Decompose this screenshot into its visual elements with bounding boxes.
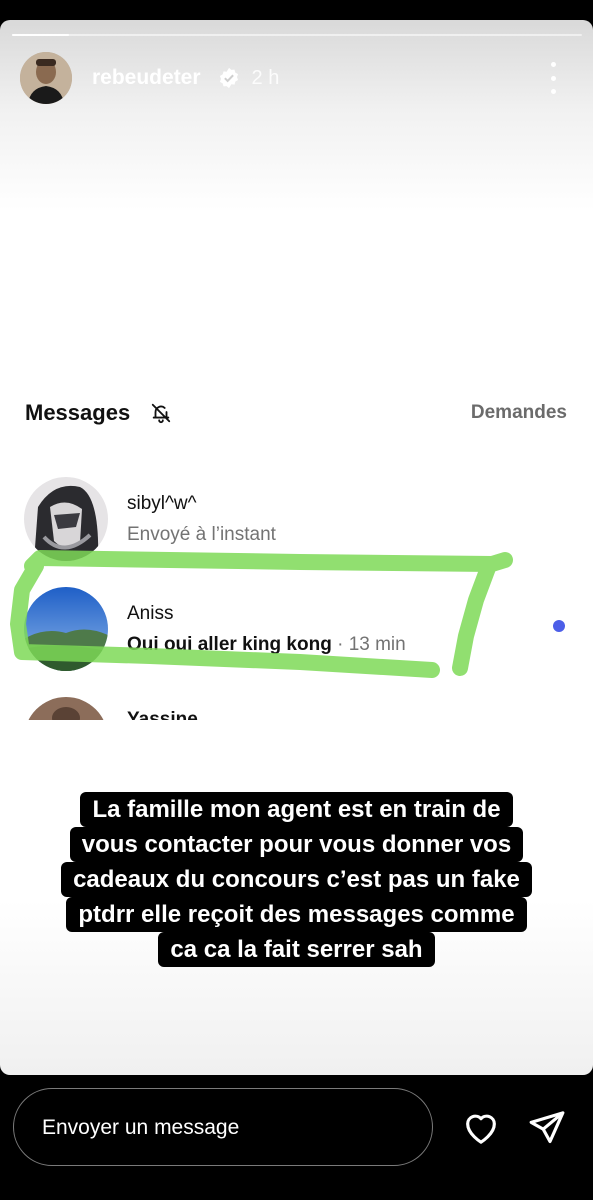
avatar[interactable] [20,52,72,104]
message-composer[interactable] [13,1088,433,1166]
highlight-scribble [10,550,513,678]
story-header: rebeudeter 2 h [20,52,575,104]
send-icon[interactable] [527,1107,567,1147]
more-vertical-icon[interactable] [549,62,557,94]
conversation-avatar [24,697,108,720]
story-caption: La famille mon agent est en train de vou… [0,792,593,967]
shared-screenshot: Messages Demandes sibyl^w^ Envoyé à l’in… [0,390,593,720]
heart-icon[interactable] [460,1108,502,1148]
post-time: 2 h [251,66,280,89]
caption-line: vous contacter pour vous donner vos [69,827,524,862]
verified-badge-icon [219,67,238,89]
message-input[interactable] [40,1109,404,1147]
conversation-name: Yassine [127,709,198,720]
caption-line: La famille mon agent est en train de [80,792,513,827]
caption-line: ca ca la fait serrer sah [158,932,435,967]
username[interactable]: rebeudeter [92,66,201,90]
story-frame[interactable]: rebeudeter 2 h Messages Demandes sibyl^w… [0,20,593,1075]
caption-line: ptdrr elle reçoit des messages comme [66,897,527,932]
caption-line: cadeaux du concours c’est pas un fake [61,862,532,897]
story-progress-bar [12,34,582,36]
story-progress-fill [12,34,69,36]
